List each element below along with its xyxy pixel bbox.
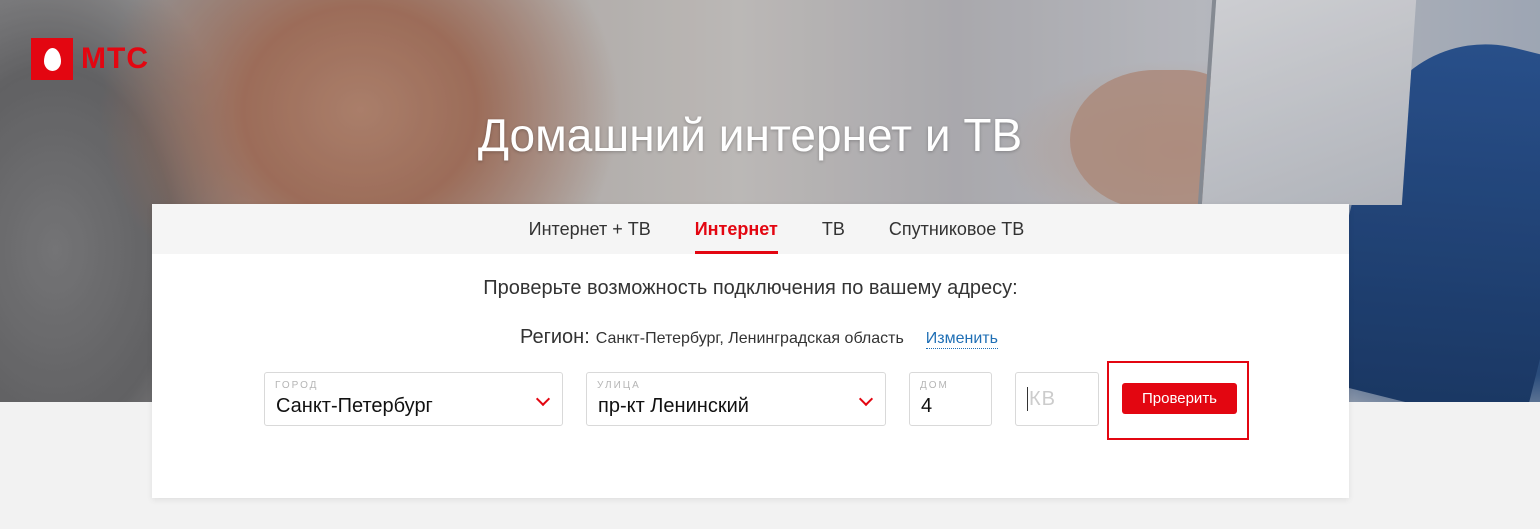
tab-tv[interactable]: ТВ [800, 204, 867, 254]
chevron-down-icon[interactable] [858, 391, 874, 407]
region-value: Санкт-Петербург, Ленинградская область [595, 330, 904, 347]
region-label: Регион: [520, 326, 590, 348]
house-value: 4 [921, 395, 933, 417]
street-caption: УЛИЦА [597, 380, 641, 391]
city-value: Санкт-Петербург [276, 395, 433, 417]
service-tabs: Интернет + ТВ Интернет ТВ Спутниковое ТВ [152, 204, 1349, 254]
tab-satellite-tv[interactable]: Спутниковое ТВ [867, 204, 1046, 254]
house-field[interactable]: ДОМ 4 [909, 372, 992, 426]
change-region-link[interactable]: Изменить [925, 330, 998, 349]
street-value: пр-кт Ленинский [598, 395, 749, 417]
tab-internet-tv[interactable]: Интернет + ТВ [507, 204, 673, 254]
house-caption: ДОМ [920, 380, 949, 391]
mts-egg-icon [31, 38, 73, 80]
apartment-placeholder: КВ [1029, 388, 1056, 410]
region-row: Регион: Санкт-Петербург, Ленинградская о… [520, 326, 998, 349]
text-cursor [1027, 387, 1028, 411]
tab-internet[interactable]: Интернет [673, 204, 800, 254]
page-title: Домашний интернет и ТВ [477, 109, 1023, 161]
city-select[interactable]: ГОРОД Санкт-Петербург [264, 372, 563, 426]
street-select[interactable]: УЛИЦА пр-кт Ленинский [586, 372, 886, 426]
apartment-field[interactable]: КВ [1015, 372, 1099, 426]
address-check-card: Интернет + ТВ Интернет ТВ Спутниковое ТВ… [152, 204, 1349, 498]
city-caption: ГОРОД [275, 380, 319, 391]
mts-logo[interactable]: МТС [31, 38, 149, 80]
check-prompt: Проверьте возможность подключения по ваш… [483, 277, 1018, 299]
brand-name: МТС [81, 42, 149, 75]
chevron-down-icon[interactable] [535, 391, 551, 407]
check-button[interactable]: Проверить [1122, 383, 1237, 414]
